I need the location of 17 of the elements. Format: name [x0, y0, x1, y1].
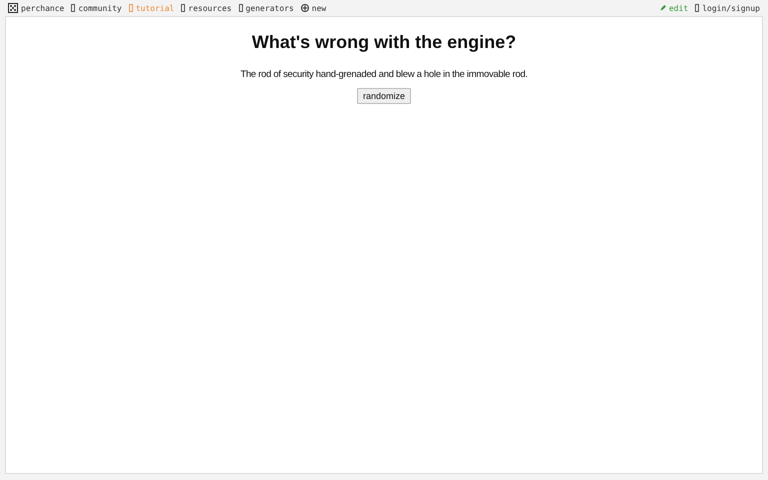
placeholder-glyph-icon	[181, 4, 186, 12]
nav-link[interactable]: community	[71, 4, 122, 12]
pencil-icon	[660, 5, 666, 11]
heading: What's wrong with the engine?	[252, 32, 516, 53]
nav-link[interactable]: new	[300, 4, 326, 12]
placeholder-glyph-icon	[128, 4, 133, 12]
nav-link[interactable]: resources	[181, 4, 232, 12]
placeholder-glyph-icon	[71, 4, 76, 12]
randomize-button[interactable]: randomize	[356, 88, 412, 104]
nav-link[interactable]: generators	[238, 4, 294, 12]
result-text: The rod of security hand-grenaded and blew a hole in the immovable rod.	[240, 69, 528, 80]
dice-icon	[8, 3, 18, 13]
plus-circle-icon	[300, 4, 309, 12]
nav-link[interactable]: perchance	[8, 3, 64, 13]
nav-link[interactable]: login/signup	[695, 4, 760, 12]
placeholder-glyph-icon	[695, 4, 700, 12]
placeholder-glyph-icon	[238, 4, 243, 12]
